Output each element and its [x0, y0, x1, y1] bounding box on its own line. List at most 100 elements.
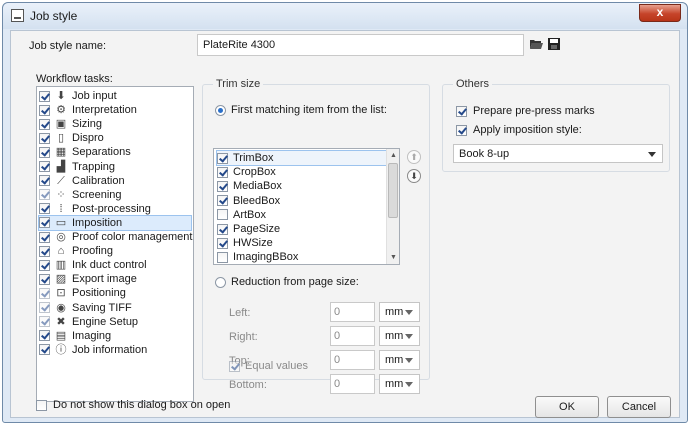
unit-select[interactable]: mm: [379, 302, 420, 322]
trim-box-label: HWSize: [233, 237, 273, 250]
workflow-task-checkbox[interactable]: [39, 330, 50, 342]
trim-box-item[interactable]: HWSize: [217, 236, 387, 250]
reduction-radio[interactable]: Reduction from page size:: [215, 276, 359, 288]
dont-show-checkbox[interactable]: Do not show this dialog box on open: [36, 399, 230, 411]
reduction-field-input[interactable]: 0: [330, 374, 375, 394]
reduction-radio-button[interactable]: [215, 276, 226, 288]
imposition-style-select[interactable]: Book 8-up: [453, 144, 663, 163]
dont-show-check[interactable]: [36, 399, 47, 411]
workflow-task[interactable]: ✖ Engine Setup: [39, 315, 191, 329]
trim-box-item[interactable]: TrimBox: [216, 150, 388, 166]
prepress-marks-check[interactable]: [456, 105, 467, 117]
workflow-task-checkbox[interactable]: [39, 132, 50, 144]
workflow-tasks-label: Workflow tasks:: [36, 73, 113, 85]
trim-box-list[interactable]: ImagingBBox HWSize PageSize ArtBox BleedBox M…: [213, 148, 400, 265]
trim-box-checkbox[interactable]: [217, 237, 228, 249]
first-matching-radio[interactable]: First matching item from the list:: [215, 104, 387, 116]
workflow-task-checkbox[interactable]: [39, 175, 50, 187]
reduction-field-input[interactable]: 0: [330, 350, 375, 370]
workflow-task[interactable]: ⁘ Screening: [39, 188, 191, 202]
trim-box-checkbox[interactable]: [217, 209, 228, 221]
scroll-up-icon[interactable]: ▲: [390, 152, 397, 159]
close-button[interactable]: x: [639, 4, 681, 22]
folder-open-icon[interactable]: [529, 38, 543, 50]
scrollbar-thumb[interactable]: [388, 163, 398, 218]
unit-select[interactable]: mm: [379, 326, 420, 346]
workflow-task-checkbox[interactable]: [39, 189, 50, 201]
workflow-task-checkbox[interactable]: [39, 104, 50, 116]
equal-values-checkbox[interactable]: Equal values: [229, 360, 308, 372]
trim-box-item[interactable]: PageSize: [217, 222, 387, 236]
workflow-task-checkbox[interactable]: [39, 90, 50, 102]
workflow-task[interactable]: ◉ Saving TIFF: [39, 301, 191, 315]
cancel-button[interactable]: Cancel: [607, 396, 671, 418]
workflow-task-checkbox[interactable]: [39, 217, 50, 229]
move-down-icon[interactable]: ⬇: [407, 169, 421, 183]
trim-box-checkbox[interactable]: [217, 180, 228, 192]
trim-box-label: ImagingBBox: [233, 251, 299, 264]
workflow-task-checkbox[interactable]: [39, 161, 50, 172]
workflow-task[interactable]: ⊡ Positioning: [39, 286, 191, 300]
trim-box-checkbox[interactable]: [217, 251, 228, 263]
workflow-task[interactable]: ▦ Separations: [39, 145, 191, 159]
workflow-task[interactable]: ▨ Export image: [39, 272, 191, 286]
trim-list-scrollbar[interactable]: ▲ ▼: [386, 149, 399, 264]
workflow-task-checkbox[interactable]: [39, 302, 50, 313]
job-style-name-input[interactable]: PlateRite 4300: [197, 34, 524, 56]
workflow-task[interactable]: ⚙ Interpretation: [39, 103, 191, 117]
move-up-icon[interactable]: ⬆: [407, 150, 421, 164]
reduction-field-input[interactable]: 0: [330, 302, 375, 322]
workflow-task-checkbox[interactable]: [39, 273, 50, 285]
save-icon[interactable]: [548, 38, 560, 50]
workflow-task-checkbox[interactable]: [39, 231, 50, 243]
workflow-task[interactable]: ▭ Imposition: [38, 214, 192, 231]
trim-box-checkbox[interactable]: [217, 166, 228, 178]
workflow-task[interactable]: ⌂ Proofing: [39, 244, 191, 258]
trim-box-checkbox[interactable]: [217, 152, 228, 164]
trim-box-item[interactable]: BleedBox: [217, 194, 387, 208]
apply-imposition-checkbox[interactable]: Apply imposition style:: [456, 124, 582, 136]
workflow-task-checkbox[interactable]: [39, 316, 50, 328]
job-style-window: Job style x Job style name: PlateRite 43…: [2, 2, 688, 423]
workflow-task[interactable]: ▣ Sizing: [39, 117, 191, 131]
ok-button[interactable]: OK: [535, 396, 599, 418]
bar-graph-icon: ▥: [55, 259, 67, 272]
trim-box-item[interactable]: MediaBox: [217, 179, 387, 193]
apply-imposition-check[interactable]: [456, 124, 467, 136]
window-title: Job style: [30, 9, 78, 23]
prepress-marks-checkbox[interactable]: Prepare pre-press marks: [456, 105, 595, 117]
workflow-task[interactable]: ⓘ Job information: [39, 343, 191, 357]
reduction-label: Reduction from page size:: [231, 276, 359, 288]
trim-box-item[interactable]: ArtBox: [217, 208, 387, 222]
workflow-task[interactable]: ▤ Imaging: [39, 329, 191, 343]
workflow-task-checkbox[interactable]: [39, 245, 50, 257]
workflow-task-checkbox[interactable]: [39, 146, 50, 158]
workflow-task[interactable]: ▯ Dispro: [39, 131, 191, 145]
workflow-task-checkbox[interactable]: [39, 118, 50, 130]
workflow-task-checkbox[interactable]: [39, 287, 50, 299]
workflow-task-checkbox[interactable]: [39, 259, 50, 271]
workflow-task-checkbox[interactable]: [39, 344, 50, 356]
workflow-task-checkbox[interactable]: [39, 203, 50, 215]
title-bar[interactable]: Job style x: [3, 3, 687, 29]
workflow-tasks-list[interactable]: ⬇ Job input ⚙ Interpretation ▣ Sizing ▯ Dispro ▦…: [36, 86, 194, 402]
unit-select[interactable]: mm: [379, 374, 420, 394]
workflow-task[interactable]: ⁞ Post-processing: [39, 202, 191, 216]
trim-box-checkbox[interactable]: [217, 223, 228, 235]
trim-box-checkbox[interactable]: [217, 195, 228, 207]
workflow-task[interactable]: ◎ Proof color management: [39, 230, 192, 244]
unit-select[interactable]: mm: [379, 350, 420, 370]
trim-box-item[interactable]: ImagingBBox: [217, 250, 387, 264]
reduction-field-input[interactable]: 0: [330, 326, 375, 346]
unit-value: mm: [385, 378, 404, 390]
workflow-task-label: Separations: [72, 146, 131, 159]
workflow-task[interactable]: ⬇ Job input: [39, 89, 191, 103]
scroll-down-icon[interactable]: ▼: [390, 254, 397, 261]
workflow-task[interactable]: ▟ Trapping: [39, 160, 191, 174]
first-matching-radio-button[interactable]: [215, 104, 226, 116]
workflow-task-label: Job information: [72, 343, 148, 356]
workflow-task[interactable]: ▥ Ink duct control: [39, 258, 191, 272]
equal-values-check[interactable]: [229, 360, 240, 372]
workflow-task[interactable]: ⟋ Calibration: [39, 174, 191, 188]
trim-box-item[interactable]: CropBox: [217, 165, 387, 179]
